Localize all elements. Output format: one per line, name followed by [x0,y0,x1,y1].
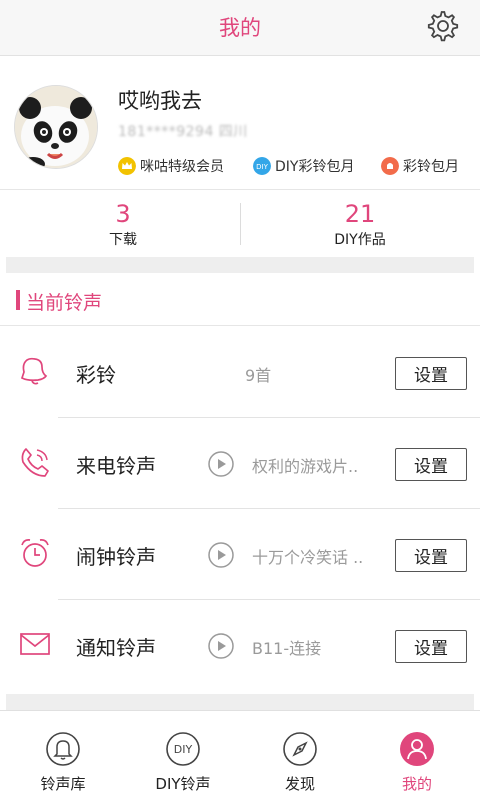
ring-row-notification: 通知铃声 B11-连接 设置 [0,600,480,691]
tab-ringtone-library[interactable]: 铃声库 [3,711,123,800]
ring-row-incoming-call: 来电铃声 权利的游戏片.. 设置 [0,418,480,509]
set-incoming-call-button[interactable]: 设置 [395,448,467,481]
section-title: 当前铃声 [26,292,103,314]
play-icon[interactable] [208,451,234,477]
diy-works-count: 21 [344,200,376,228]
nickname: 哎哟我去 [118,89,202,113]
section-header: 当前铃声 [0,273,480,326]
set-notification-button[interactable]: 设置 [395,630,467,663]
set-alarm-button[interactable]: 设置 [395,539,467,572]
ring-name: 彩铃 [76,363,116,387]
phone-icon [21,448,49,477]
set-caller-ring-button[interactable]: 设置 [395,357,467,390]
tab-mine[interactable]: 我的 [357,711,477,800]
svg-text:DIY: DIY [174,743,193,756]
vip-badge-label: 咪咕特级会员 [140,159,224,175]
bell-icon [46,732,80,766]
ring-row-alarm: 闹钟铃声 十万个冷笑话 .. 设置 [0,509,480,600]
profile-card: 哎哟我去 181****9294 四川 咪咕特级会员 DIY DIY彩铃包月 彩… [0,57,480,190]
ringtone-monthly-badge[interactable]: 彩铃包月 [381,156,459,176]
crown-icon [118,157,136,175]
tab-diy-ringtone[interactable]: DIY DIY铃声 [123,711,243,800]
alarm-clock-icon [21,539,49,567]
ring-row-caller-ring: 彩铃 9首 设置 [0,327,480,418]
diy-icon: DIY [166,732,200,766]
diy-works-label: DIY作品 [334,232,386,248]
ringtone-monthly-label: 彩铃包月 [403,159,459,175]
ringtone-badge-icon [381,157,399,175]
top-bar: 我的 [0,0,480,56]
play-icon[interactable] [208,633,234,659]
diy-badge-icon: DIY [253,157,271,175]
ring-info: 十万个冷笑话 .. [252,548,364,567]
compass-icon [283,732,317,766]
section-gap [6,257,474,273]
downloads-label: 下载 [109,232,137,248]
ring-info: B11-连接 [252,639,322,658]
diy-monthly-badge[interactable]: DIY DIY彩铃包月 [253,156,354,176]
tab-label: 铃声库 [40,775,86,793]
panda-avatar-icon [15,86,97,168]
diy-monthly-label: DIY彩铃包月 [275,159,355,175]
page-title: 我的 [219,16,261,40]
user-icon [400,732,434,766]
bell-icon [20,357,48,385]
stat-diy-works[interactable]: 21 DIY作品 [240,201,480,249]
ring-info: 9首 [245,366,272,385]
bottom-tab-bar: 铃声库 DIY DIY铃声 发现 我的 [0,710,480,800]
ring-name: 来电铃声 [76,454,156,478]
section-gap [6,694,474,710]
svg-text:DIY: DIY [256,163,268,171]
phone-number: 181****9294 四川 [118,124,248,140]
envelope-icon [20,633,50,655]
tab-label: DIY铃声 [155,775,211,793]
stats-bar: 3 下载 21 DIY作品 [0,191,480,257]
vip-badge[interactable]: 咪咕特级会员 [118,156,224,176]
tab-discover[interactable]: 发现 [240,711,360,800]
tab-label: 发现 [284,775,315,793]
section-accent-bar [16,290,20,310]
tab-label: 我的 [401,775,432,793]
gear-icon[interactable] [426,9,460,43]
avatar[interactable] [14,85,98,169]
ring-info: 权利的游戏片.. [252,457,359,476]
stat-downloads[interactable]: 3 下载 [3,201,243,249]
ring-name: 闹钟铃声 [76,545,156,569]
downloads-count: 3 [115,200,131,228]
ring-name: 通知铃声 [76,636,156,660]
play-icon[interactable] [208,542,234,568]
